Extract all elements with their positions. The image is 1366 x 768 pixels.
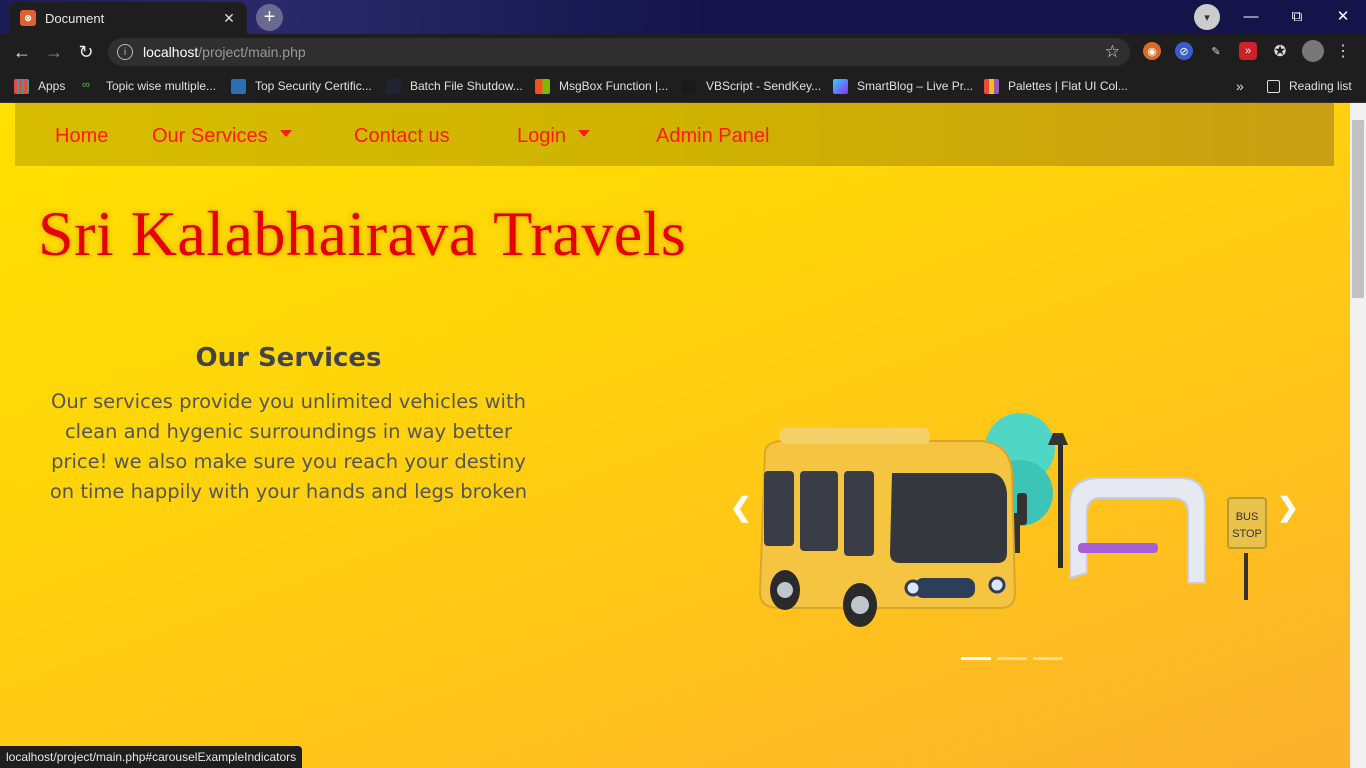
bus-grille-shape — [915, 578, 975, 598]
bus-windshield-shape — [890, 473, 1007, 563]
caret-down-icon — [279, 130, 292, 138]
close-window-button[interactable]: ✕ — [1320, 0, 1366, 32]
carousel-indicator[interactable] — [997, 657, 1027, 660]
sign-post-shape — [1244, 553, 1248, 600]
page-scrollbar[interactable] — [1350, 103, 1366, 768]
browser-tab[interactable]: ⊗ Document ✕ — [9, 2, 247, 34]
nav-home-link[interactable]: Home — [55, 124, 108, 148]
nav-our-services-label: Our Services — [152, 125, 268, 147]
carousel-next-arrow-icon[interactable]: ❯ — [1277, 492, 1299, 523]
bookmark-label: Top Security Certific... — [255, 79, 372, 93]
extensions-puzzle-icon[interactable]: ✪ — [1271, 42, 1289, 60]
extension-red-icon[interactable]: » — [1239, 42, 1257, 60]
bookmark-item[interactable]: VBScript - SendKey... — [682, 76, 821, 96]
site-navbar: Home Our Services Contact us Login Admin… — [15, 103, 1334, 166]
apps-grid-icon — [14, 78, 29, 94]
caret-down-icon — [577, 130, 590, 138]
bookmark-label: Apps — [38, 79, 66, 93]
carousel-indicator[interactable] — [1033, 657, 1063, 660]
bus-mirror-shape — [1017, 493, 1027, 525]
bookmark-item[interactable]: Top Security Certific... — [231, 76, 372, 96]
browser-toolbar: ← → ↻ i localhost/project/main.php ☆ ◉ ⊘… — [0, 34, 1366, 70]
tab-title: Document — [45, 10, 105, 26]
nav-our-services-dropdown[interactable]: Our Services — [152, 124, 292, 148]
doc-icon — [231, 78, 246, 94]
link-icon: ∞ — [82, 78, 90, 91]
bookmark-item[interactable]: SmartBlog – Live Pr... — [833, 76, 973, 96]
bus-window-shape — [844, 471, 874, 556]
extension-pen-icon[interactable]: ✎ — [1207, 42, 1225, 60]
extension-block-icon[interactable]: ⊘ — [1175, 42, 1193, 60]
reading-list-icon — [1267, 79, 1280, 93]
site-brand-title: Sri Kalabhairava Travels — [38, 198, 687, 269]
bookmarks-bar: Apps ∞ Topic wise multiple... Top Securi… — [0, 70, 1366, 103]
blog-icon — [833, 78, 848, 94]
bus-hubcap-shape — [777, 582, 793, 598]
lamp-post-shape — [1058, 443, 1063, 568]
windows-icon — [535, 78, 550, 94]
bookmark-label: Batch File Shutdow... — [410, 79, 523, 93]
url-path: /project/main.php — [198, 44, 306, 60]
nav-contact-link[interactable]: Contact us — [354, 124, 450, 148]
bookmark-item[interactable]: Batch File Shutdow... — [386, 76, 523, 96]
reading-list-label: Reading list — [1289, 79, 1352, 93]
address-bar[interactable]: i localhost/project/main.php ☆ — [108, 38, 1130, 66]
web-page: Home Our Services Contact us Login Admin… — [0, 103, 1350, 768]
palette-icon — [984, 78, 999, 94]
bus-headlight-shape — [988, 576, 1006, 594]
services-description: Our services provide you unlimited vehic… — [49, 390, 528, 503]
xampp-favicon-icon: ⊗ — [20, 10, 36, 26]
profile-avatar[interactable] — [1302, 40, 1324, 62]
reload-icon[interactable]: ↻ — [74, 40, 98, 64]
restore-button[interactable]: ⧉ — [1274, 0, 1320, 32]
forward-arrow-icon[interactable]: → — [42, 40, 66, 64]
extension-owl-icon[interactable]: ◉ — [1143, 42, 1161, 60]
browser-menu-icon[interactable]: ⋮ — [1334, 42, 1352, 60]
file-icon — [386, 78, 401, 94]
bus-stop-illustration: BUS STOP — [758, 413, 1267, 627]
bookmarks-overflow-button[interactable]: » — [1236, 76, 1244, 96]
tab-search-icon[interactable]: ▾ — [1194, 4, 1220, 30]
bus-stop-sign-line2: STOP — [1232, 528, 1262, 540]
bus-headlight-shape — [904, 579, 922, 597]
scrollbar-thumb[interactable] — [1352, 120, 1364, 298]
carousel-indicator[interactable] — [961, 657, 991, 660]
bookmark-label: VBScript - SendKey... — [706, 79, 822, 93]
bookmark-label: Palettes | Flat UI Col... — [1008, 79, 1128, 93]
script-icon — [682, 78, 697, 94]
services-heading: Our Services — [195, 343, 382, 373]
bus-hubcap-shape — [851, 596, 869, 614]
bookmark-label: SmartBlog – Live Pr... — [857, 79, 974, 93]
bookmark-label: MsgBox Function |... — [559, 79, 669, 93]
new-tab-button[interactable]: + — [256, 4, 283, 31]
reading-list-button[interactable]: Reading list — [1267, 76, 1352, 96]
minimize-button[interactable]: — — [1228, 0, 1274, 32]
carousel-indicators — [961, 657, 1063, 660]
services-section: Our Services Our services provide you un… — [40, 343, 537, 507]
carousel: BUS STOP ❮ ❯ — [720, 403, 1310, 668]
bookmark-apps[interactable]: Apps — [14, 76, 65, 96]
bus-window-shape — [764, 471, 794, 546]
bus-stop-sign-line1: BUS — [1236, 511, 1259, 523]
nav-admin-panel-link[interactable]: Admin Panel — [656, 124, 769, 148]
nav-login-label: Login — [517, 125, 566, 147]
back-arrow-icon[interactable]: ← — [10, 40, 34, 64]
close-tab-icon[interactable]: ✕ — [219, 10, 239, 27]
bus-stop-sign-shape — [1227, 497, 1267, 549]
bookmark-item[interactable]: ∞ Topic wise multiple... — [82, 76, 216, 96]
bookmark-item[interactable]: Palettes | Flat UI Col... — [984, 76, 1128, 96]
bookmark-item[interactable]: MsgBox Function |... — [535, 76, 668, 96]
bus-roof-shape — [780, 428, 930, 444]
bus-window-shape — [800, 471, 838, 551]
carousel-prev-arrow-icon[interactable]: ❮ — [730, 492, 752, 523]
shelter-bench-shape — [1078, 543, 1158, 553]
bookmark-star-icon[interactable]: ☆ — [1105, 42, 1120, 62]
nav-login-dropdown[interactable]: Login — [517, 124, 590, 148]
link-status-bar: localhost/project/main.php#carouselExamp… — [0, 746, 303, 768]
url-host: localhost — [143, 44, 199, 60]
bus-shelter-shape — [1069, 477, 1206, 584]
site-info-icon[interactable]: i — [117, 44, 133, 60]
bookmark-label: Topic wise multiple... — [106, 79, 217, 93]
browser-tab-strip: ⊗ Document ✕ + ▾ — ⧉ ✕ — [0, 0, 1366, 34]
